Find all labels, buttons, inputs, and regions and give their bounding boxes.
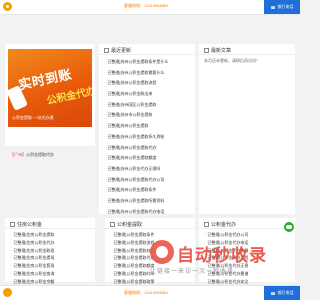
- recent-list: 已整理|苏州公积金提取条件是什么 已整理|苏州公积金提取需要什么 已整理|苏州公…: [104, 57, 190, 217]
- watermark: 自动秒收录 让链接一来访一次一秒收录: [150, 238, 270, 278]
- watermark-subtitle: 让链接一来访一次一秒收录: [150, 269, 235, 275]
- list-item[interactable]: 已整理|苏州公积金代办正规吗: [104, 164, 190, 175]
- hotline-text: 客服热线：13419966881: [124, 290, 169, 295]
- watermark-logo-icon: [150, 240, 174, 264]
- section-icon: [204, 48, 209, 53]
- latest-header: 最新文章: [204, 47, 231, 54]
- list-item[interactable]: 已整理|住房公积金套现: [10, 262, 90, 270]
- watermark-title: 自动秒收录: [177, 246, 267, 265]
- phone-icon: ☎: [270, 290, 276, 296]
- list-item[interactable]: 已整理|苏州公积金提取流程: [104, 78, 190, 89]
- section-icon: [10, 222, 15, 227]
- site-logo-icon[interactable]: [3, 288, 12, 297]
- list-item[interactable]: 已整理|苏州公积金提取: [104, 121, 190, 132]
- banner-subtitle: 公积金提取·一站式办理: [12, 115, 54, 120]
- latest-articles-card: 最新文章 本月还未更新，请稍后再访问！: [199, 44, 295, 214]
- recent-header: 最近更新: [104, 47, 131, 54]
- list-item[interactable]: 已整理|苏州公积金提取多久到账: [104, 132, 190, 143]
- section-icon: [110, 222, 115, 227]
- list-item[interactable]: 已整理|住房公积金代办: [10, 239, 90, 247]
- list-item[interactable]: 已整理|苏州公积金提取代办电话: [104, 207, 190, 218]
- list-item[interactable]: 已整理|苏州公积金提取需要什么: [104, 68, 190, 79]
- call-button[interactable]: ☎ 拨打电话: [264, 0, 300, 14]
- list-item[interactable]: 已整理|住房公积金查询: [10, 270, 90, 278]
- list-item[interactable]: 已整理|苏州公积金提取条件是什么: [104, 57, 190, 68]
- section-icon: [204, 222, 209, 227]
- list-item[interactable]: 已整理|苏州公积金取出来: [104, 89, 190, 100]
- wechat-icon[interactable]: [284, 222, 294, 232]
- list-item[interactable]: 已整理|住房公积金取现: [10, 247, 90, 255]
- hotline-text: 客服热线：13419966881: [124, 3, 169, 8]
- feature-banner[interactable]: 实时到账 公积金代办 公积金提取·一站式办理: [8, 49, 92, 127]
- section-header: 公积金提取: [110, 221, 142, 228]
- recent-updates-card: 最近更新 已整理|苏州公积金提取条件是什么 已整理|苏州公积金提取需要什么 已整…: [99, 44, 195, 214]
- section-header: 住房公积金: [10, 221, 42, 228]
- list-item[interactable]: 已整理|苏州公积金提取代办: [104, 143, 190, 154]
- list-item[interactable]: 已整理|苏州公积金提取条件: [104, 185, 190, 196]
- feature-caption[interactable]: 【广州】公积金提取代办: [10, 152, 54, 158]
- list-item[interactable]: 已整理|苏州园区公积金提取: [104, 100, 190, 111]
- phone-icon: ☎: [270, 4, 276, 10]
- bottom-bar: 客服热线：13419966881 ☎ 拨打电话: [0, 285, 300, 300]
- section-icon: [104, 48, 109, 53]
- list-item[interactable]: 已整理|住房公积金提现: [10, 254, 90, 262]
- list-item[interactable]: 已整理|苏州公积金提取所需资料: [104, 196, 190, 207]
- section-header: 公积金代办: [204, 221, 236, 228]
- latest-empty-text: 本月还未更新，请稍后再访问！: [204, 58, 260, 63]
- section-card: 住房公积金 已整理|住房公积金提取 已整理|住房公积金代办 已整理|住房公积金取…: [5, 218, 95, 284]
- feature-card: 实时到账 公积金代办 公积金提取·一站式办理 【广州】公积金提取代办: [5, 44, 95, 157]
- list-item[interactable]: 已整理|苏州公积金提取代办公司: [104, 175, 190, 186]
- list-item[interactable]: 已整理|住房公积金提取: [10, 231, 90, 239]
- site-logo-icon[interactable]: [3, 2, 12, 11]
- top-bar: 客服热线：13419966881 ☎ 拨打电话: [0, 0, 300, 15]
- list-item[interactable]: 已整理|苏州市公积金提取: [104, 110, 190, 121]
- list-item[interactable]: 已整理|苏州公积金提取额度: [104, 153, 190, 164]
- call-button[interactable]: ☎ 拨打电话: [264, 286, 300, 300]
